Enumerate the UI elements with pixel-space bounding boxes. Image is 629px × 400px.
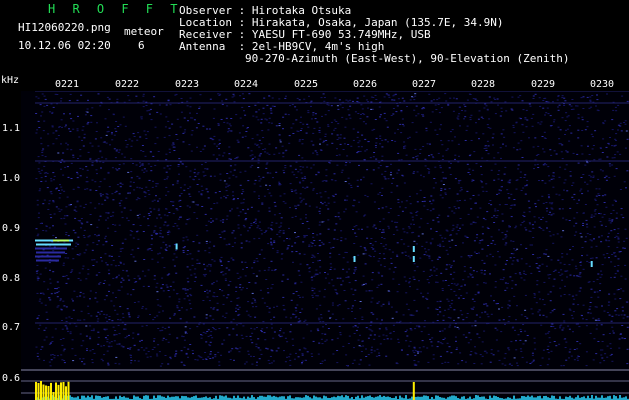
- spectrogram: [21, 91, 629, 400]
- x-tick-label: 0227: [412, 79, 437, 90]
- file-name: HI12060220.png: [18, 21, 111, 34]
- y-tick-label: 0.6: [2, 373, 21, 384]
- meteor-event: [175, 243, 178, 250]
- y-tick-label: 1.0: [2, 173, 21, 184]
- y-unit-label: kHz: [1, 75, 20, 86]
- y-tick-label: 0.9: [2, 223, 21, 234]
- x-tick-label: 0223: [175, 79, 200, 90]
- x-tick-label: 0221: [55, 79, 80, 90]
- y-tick-label: 0.8: [2, 273, 21, 284]
- spectrogram-area: [21, 91, 629, 400]
- y-tick-label: 1.1: [2, 123, 21, 134]
- x-tick-label: 0230: [590, 79, 615, 90]
- x-tick-label: 0226: [353, 79, 378, 90]
- meteor-event: [590, 261, 593, 267]
- meteor-event: [412, 246, 415, 252]
- x-tick-label: 0224: [234, 79, 259, 90]
- meteor-count: 6: [138, 39, 145, 52]
- x-tick-label: 0225: [294, 79, 319, 90]
- x-tick-label: 0228: [471, 79, 496, 90]
- antenna-label: Antenna :: [179, 40, 252, 53]
- meteor-label: meteor: [124, 25, 164, 38]
- app-title: H R O F F T: [48, 2, 183, 16]
- antenna-direction: 90-270-Azimuth (East-West), 90-Elevation…: [245, 52, 570, 65]
- x-tick-label: 0222: [115, 79, 140, 90]
- date-time: 10.12.06 02:20: [18, 39, 111, 52]
- x-tick-label: 0229: [531, 79, 556, 90]
- meteor-event: [353, 256, 356, 262]
- y-tick-label: 0.7: [2, 322, 21, 333]
